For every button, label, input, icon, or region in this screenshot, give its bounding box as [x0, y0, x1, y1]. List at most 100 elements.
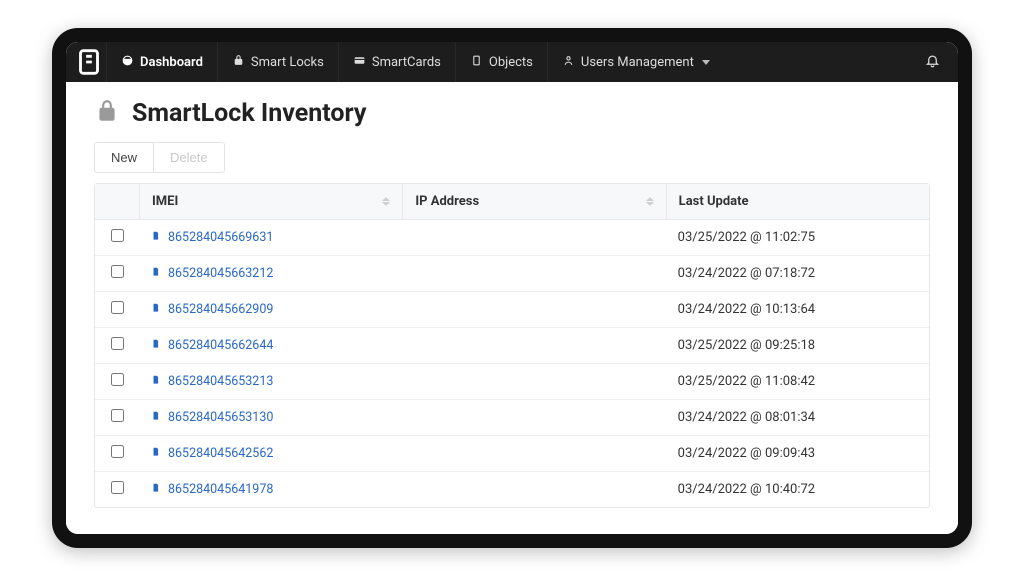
lock-icon: [94, 98, 120, 128]
row-checkbox[interactable]: [111, 301, 124, 314]
sim-icon: [151, 337, 161, 354]
brand-logo[interactable]: [72, 45, 106, 79]
imei-link[interactable]: 865284045653213: [168, 374, 273, 389]
table-row: 865284045641978 03/24/2022 @ 10:40:72: [95, 472, 929, 507]
row-checkbox[interactable]: [111, 229, 124, 242]
nav-label: Smart Locks: [251, 55, 324, 70]
page-title: SmartLock Inventory: [132, 99, 366, 128]
cell-imei: 865284045663212: [139, 256, 402, 291]
row-checkbox-cell: [95, 400, 139, 435]
row-checkbox-cell: [95, 256, 139, 291]
row-checkbox-cell: [95, 472, 139, 507]
dashboard-icon: [121, 54, 134, 71]
row-checkbox-cell: [95, 292, 139, 327]
page-header: SmartLock Inventory: [94, 98, 930, 128]
sim-icon: [151, 265, 161, 282]
col-last-update[interactable]: Last Update: [666, 184, 929, 219]
cell-last-update: 03/24/2022 @ 08:01:34: [666, 401, 929, 434]
row-checkbox-cell: [95, 436, 139, 471]
card-icon: [353, 54, 366, 71]
row-checkbox[interactable]: [111, 337, 124, 350]
new-button[interactable]: New: [94, 142, 154, 173]
nav-label: SmartCards: [372, 55, 441, 70]
table-row: 865284045663212 03/24/2022 @ 07:18:72: [95, 256, 929, 292]
row-checkbox-cell: [95, 220, 139, 255]
table-row: 865284045662644 03/25/2022 @ 09:25:18: [95, 328, 929, 364]
imei-link[interactable]: 865284045641978: [168, 482, 273, 497]
table-row: 86528404566290903/24/2022 @ 10:13:64: [95, 292, 929, 328]
imei-link[interactable]: 865284045642562: [168, 446, 273, 461]
app-screen: Dashboard Smart Locks SmartCards: [66, 42, 958, 534]
cell-imei: 865284045653130: [139, 400, 402, 435]
table-body: 86528404566963103/25/2022 @ 11:02:758652…: [95, 220, 929, 507]
row-checkbox-cell: [95, 364, 139, 399]
imei-link[interactable]: 865284045653130: [168, 410, 273, 425]
nav-dashboard[interactable]: Dashboard: [106, 42, 217, 82]
sim-icon: [151, 301, 161, 318]
table-row: 865284045653213 03/25/2022 @ 11:08:42: [95, 364, 929, 400]
cell-imei: 865284045662909: [139, 292, 402, 327]
row-checkbox[interactable]: [111, 481, 124, 494]
cell-last-update: 03/25/2022 @ 09:25:18: [666, 329, 929, 362]
cell-ip: [402, 373, 665, 391]
col-label: IMEI: [152, 194, 178, 209]
cell-last-update: 03/24/2022 @ 10:40:72: [666, 473, 929, 506]
top-navbar: Dashboard Smart Locks SmartCards: [66, 42, 958, 82]
cell-ip: [402, 265, 665, 283]
nav-smart-locks[interactable]: Smart Locks: [217, 42, 338, 82]
nav-smartcards[interactable]: SmartCards: [338, 42, 455, 82]
cell-last-update: 03/25/2022 @ 11:08:42: [666, 365, 929, 398]
col-ip[interactable]: IP Address: [402, 184, 665, 219]
chevron-down-icon: [702, 60, 710, 65]
sim-icon: [151, 229, 161, 246]
nav-label: Users Management: [581, 55, 694, 70]
cell-last-update: 03/24/2022 @ 07:18:72: [666, 257, 929, 290]
col-imei[interactable]: IMEI: [139, 184, 402, 219]
table-header: IMEI IP Address Last Update: [95, 184, 929, 220]
nav-objects[interactable]: Objects: [455, 42, 547, 82]
sim-icon: [151, 445, 161, 462]
table-row: 86528404564256203/24/2022 @ 09:09:43: [95, 436, 929, 472]
col-label: Last Update: [679, 194, 749, 209]
row-checkbox-cell: [95, 328, 139, 363]
nav-label: Objects: [489, 55, 533, 70]
inventory-table: IMEI IP Address Last Update 865284045669…: [94, 183, 930, 508]
cell-ip: [402, 337, 665, 355]
cell-ip: [402, 409, 665, 427]
cell-ip: [402, 445, 665, 463]
cell-imei: 865284045669631: [139, 220, 402, 255]
sort-icon: [646, 197, 654, 206]
user-icon: [562, 54, 575, 71]
imei-link[interactable]: 865284045662909: [168, 302, 273, 317]
row-checkbox[interactable]: [111, 409, 124, 422]
delete-button[interactable]: Delete: [154, 142, 225, 173]
row-checkbox[interactable]: [111, 373, 124, 386]
sim-icon: [151, 481, 161, 498]
sim-icon: [151, 373, 161, 390]
sort-icon: [382, 197, 390, 206]
notifications-button[interactable]: [912, 53, 952, 72]
cell-ip: [402, 301, 665, 319]
cell-imei: 865284045653213: [139, 364, 402, 399]
table-row: 865284045653130 03/24/2022 @ 08:01:34: [95, 400, 929, 436]
cell-imei: 865284045662644: [139, 328, 402, 363]
col-checkbox: [95, 192, 139, 212]
lock-icon: [232, 54, 245, 71]
nav-label: Dashboard: [140, 55, 203, 70]
laptop-frame: Dashboard Smart Locks SmartCards: [52, 28, 972, 548]
cell-imei: 865284045641978: [139, 472, 402, 507]
imei-link[interactable]: 865284045669631: [168, 230, 273, 245]
cell-ip: [402, 229, 665, 247]
page-body: SmartLock Inventory New Delete IMEI IP A…: [66, 82, 958, 534]
row-checkbox[interactable]: [111, 265, 124, 278]
device-icon: [470, 54, 483, 71]
nav-users-management[interactable]: Users Management: [547, 42, 724, 82]
bell-icon: [925, 53, 940, 72]
cell-imei: 865284045642562: [139, 436, 402, 471]
row-checkbox[interactable]: [111, 445, 124, 458]
col-label: IP Address: [415, 194, 479, 209]
imei-link[interactable]: 865284045662644: [168, 338, 273, 353]
toolbar: New Delete: [94, 142, 930, 173]
cell-ip: [402, 481, 665, 499]
imei-link[interactable]: 865284045663212: [168, 266, 273, 281]
